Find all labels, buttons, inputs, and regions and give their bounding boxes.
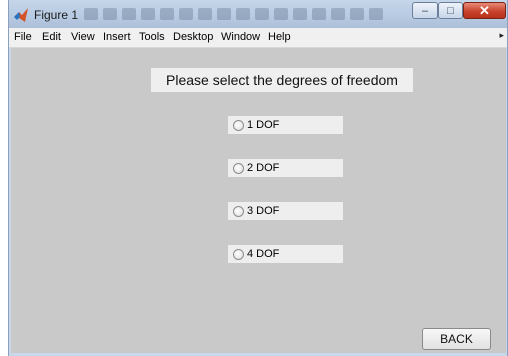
radio-4-dof[interactable]: 4 DOF <box>228 245 343 263</box>
menu-file[interactable]: File <box>14 31 32 43</box>
figure-window: Figure 1 – □ ✕ File Edit View Insert Too… <box>8 0 508 356</box>
menu-bar: File Edit View Insert Tools Desktop Wind… <box>9 28 507 48</box>
blurred-toolbar <box>84 8 404 22</box>
menu-insert[interactable]: Insert <box>103 31 131 43</box>
matlab-icon <box>14 8 28 22</box>
radio-2-dof[interactable]: 2 DOF <box>228 159 343 177</box>
menu-view[interactable]: View <box>71 31 95 43</box>
menu-overflow-icon[interactable]: ▸ <box>499 30 504 41</box>
title-bar[interactable]: Figure 1 – □ ✕ <box>9 0 507 28</box>
radio-label: 4 DOF <box>247 248 280 260</box>
radio-label: 1 DOF <box>247 119 280 131</box>
radio-button-icon[interactable] <box>233 162 244 174</box>
menu-help[interactable]: Help <box>268 31 291 43</box>
radio-button-icon[interactable] <box>233 205 244 217</box>
radio-button-icon[interactable] <box>233 119 244 131</box>
window-title: Figure 1 <box>34 8 79 22</box>
back-button[interactable]: BACK <box>422 328 491 350</box>
menu-tools[interactable]: Tools <box>139 31 165 43</box>
radio-label: 2 DOF <box>247 162 280 174</box>
minimize-icon: – <box>421 4 429 17</box>
radio-button-icon[interactable] <box>233 248 244 260</box>
close-icon: ✕ <box>479 2 490 18</box>
maximize-button[interactable]: □ <box>438 2 463 19</box>
menu-desktop[interactable]: Desktop <box>173 31 213 43</box>
page-title: Please select the degrees of freedom <box>151 68 413 92</box>
radio-1-dof[interactable]: 1 DOF <box>228 116 343 134</box>
radio-label: 3 DOF <box>247 205 280 217</box>
radio-3-dof[interactable]: 3 DOF <box>228 202 343 220</box>
menu-window[interactable]: Window <box>221 31 260 43</box>
minimize-button[interactable]: – <box>412 2 438 19</box>
menu-edit[interactable]: Edit <box>42 31 61 43</box>
maximize-icon: □ <box>447 4 454 17</box>
close-button[interactable]: ✕ <box>463 2 506 19</box>
figure-canvas: Please select the degrees of freedom 1 D… <box>11 48 506 353</box>
